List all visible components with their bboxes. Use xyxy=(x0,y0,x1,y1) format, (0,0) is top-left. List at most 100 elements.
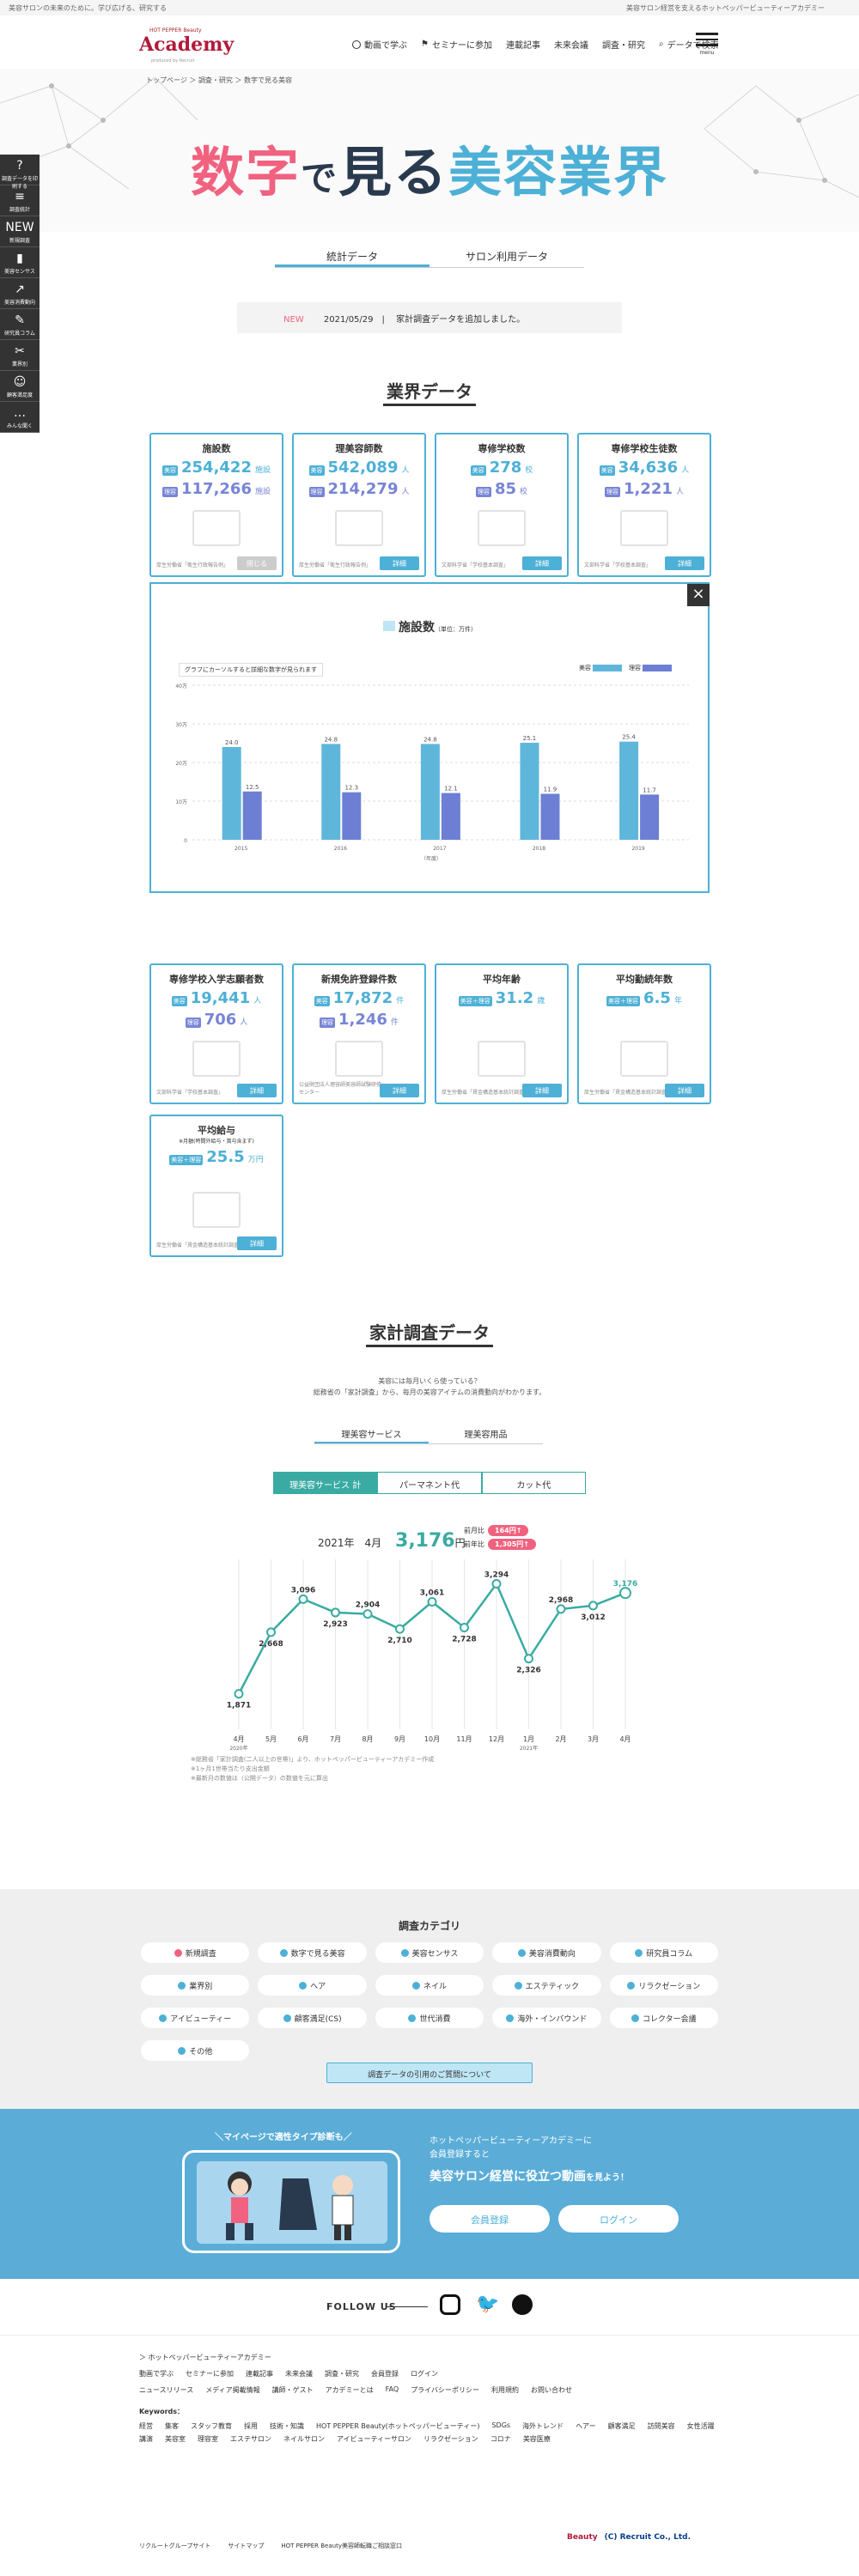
footer-link[interactable]: プライバシーポリシー xyxy=(411,2385,479,2395)
footer-link[interactable]: 講演 xyxy=(139,2434,153,2444)
category-button[interactable]: その他 xyxy=(141,2040,250,2061)
card-detail-button[interactable]: 詳細 xyxy=(665,556,704,570)
category-button[interactable]: ヘア xyxy=(258,1975,367,1996)
news-bar[interactable]: NEW 2021/05/29 | 家計調査データを追加しました。 xyxy=(237,302,622,333)
footer-link[interactable]: 理容室 xyxy=(198,2434,218,2444)
side-item[interactable]: ▮ 美容センサス xyxy=(0,247,40,278)
footer-link[interactable]: 利用規約 xyxy=(491,2385,519,2395)
bottom-link[interactable]: HOT PEPPER Beauty美容師転職ご相談窓口 xyxy=(281,2542,402,2550)
category-button[interactable]: 世代消費 xyxy=(375,2008,484,2028)
footer-link[interactable]: スタッフ教育 xyxy=(191,2421,232,2431)
footer-link[interactable]: 技術・知識 xyxy=(270,2421,304,2431)
card-detail-button[interactable]: 詳細 xyxy=(665,1084,704,1097)
card-detail-button[interactable]: 詳細 xyxy=(237,1084,277,1097)
footer-link[interactable]: 女性活躍 xyxy=(687,2421,715,2431)
question-button[interactable]: 調査データの引用のご質問について xyxy=(326,2063,533,2083)
tab-service[interactable]: 理美容サービス xyxy=(314,1422,429,1443)
category-button[interactable]: リラクゼーション xyxy=(609,1975,718,1996)
instagram-icon[interactable] xyxy=(440,2294,460,2315)
side-item[interactable]: ✎ 研究員コラム xyxy=(0,309,40,340)
card-detail-button[interactable]: 詳細 xyxy=(522,556,562,570)
category-button[interactable]: アイビューティー xyxy=(141,2008,250,2028)
footer-link[interactable]: アイビューティーサロン xyxy=(337,2434,411,2444)
nav-item-future[interactable]: 未来会議 xyxy=(554,38,588,51)
card-detail-button[interactable]: 閉じる xyxy=(237,556,277,570)
footer-link[interactable]: 採用 xyxy=(244,2421,258,2431)
footer-link[interactable]: セミナーに参加 xyxy=(186,2369,234,2379)
subtab-perm[interactable]: パーマネント代 xyxy=(377,1472,482,1494)
academy-logo[interactable]: HOT PEPPER Beauty Academy produced by Re… xyxy=(139,27,234,69)
nav-item-movie[interactable]: 動画で学ぶ xyxy=(352,38,407,51)
category-button[interactable]: 研究員コラム xyxy=(609,1942,718,1963)
category-button[interactable]: ネイル xyxy=(375,1975,484,1996)
card-tag: 理容 xyxy=(308,487,325,497)
tab-statistics[interactable]: 統計データ xyxy=(275,242,430,267)
footer-link[interactable]: 動画で学ぶ xyxy=(139,2369,174,2379)
bottom-link[interactable]: サイトマップ xyxy=(228,2542,264,2550)
footer-link[interactable]: アカデミーとは xyxy=(326,2385,374,2395)
login-button[interactable]: ログイン xyxy=(558,2205,679,2233)
card-detail-button[interactable]: 詳細 xyxy=(522,1084,562,1097)
bottom-link[interactable]: リクルートグループサイト xyxy=(139,2542,210,2550)
breadcrumb-home[interactable]: トップページ xyxy=(146,76,187,84)
breadcrumb-research[interactable]: 調査・研究 xyxy=(198,76,233,84)
side-item[interactable]: ✂ 業界別 xyxy=(0,340,40,371)
menu-button[interactable]: menu xyxy=(694,29,720,58)
footer-link[interactable]: 連載記事 xyxy=(246,2369,273,2379)
footer-link[interactable]: 会員登録 xyxy=(371,2369,399,2379)
category-button[interactable]: 海外・インバウンド xyxy=(492,2008,601,2028)
footer-link[interactable]: リラクゼーション xyxy=(423,2434,478,2444)
side-item[interactable]: ≡ 調査統計 xyxy=(0,185,40,216)
footer-link[interactable]: ログイン xyxy=(411,2369,438,2379)
category-button[interactable]: 美容センサス xyxy=(375,1942,484,1963)
footer-site-name[interactable]: ＞ ホットペッパービューティーアカデミー xyxy=(139,2353,723,2362)
category-button[interactable]: 業界別 xyxy=(141,1975,250,1996)
card-detail-button[interactable]: 詳細 xyxy=(237,1236,277,1250)
footer-link[interactable]: 集客 xyxy=(165,2421,179,2431)
footer-link[interactable]: 訪問美容 xyxy=(648,2421,675,2431)
side-item[interactable]: … みんな聞く xyxy=(0,402,40,433)
nav-item-seminar[interactable]: ⚑ セミナーに参加 xyxy=(421,38,492,51)
household-line-chart[interactable]: 4月 5月 6月 7月 8月 9月 10月 11月 12月 1月 2月 3月 4月 2020年 2021年 1… xyxy=(146,1551,661,1757)
footer-link[interactable]: 美容室 xyxy=(165,2434,186,2444)
side-item[interactable]: ? 調査データを印刷する xyxy=(0,155,40,190)
card-detail-button[interactable]: 詳細 xyxy=(380,556,419,570)
twitter-icon[interactable]: 🐦 xyxy=(476,2294,499,2315)
category-button[interactable]: エステティック xyxy=(492,1975,601,1996)
footer-link[interactable]: 経営 xyxy=(139,2421,153,2431)
facility-bar-chart[interactable]: 40万 30万 20万 10万 0 美容 理容 24.0 12.5 2015 24.8 12.3 201… xyxy=(151,584,711,895)
footer-link[interactable]: 海外トレンド xyxy=(522,2421,564,2431)
category-button[interactable]: 新規調査 xyxy=(141,1942,250,1963)
side-item[interactable]: NEW 新規調査 xyxy=(0,216,40,247)
footer-link[interactable]: SDGs xyxy=(491,2421,510,2431)
footer-link[interactable]: 美容医療 xyxy=(523,2434,551,2444)
nav-item-research[interactable]: 調査・研究 xyxy=(602,38,645,51)
category-button[interactable]: 数字で見る美容 xyxy=(258,1942,367,1963)
footer-link[interactable]: お問い合わせ xyxy=(531,2385,572,2395)
tab-salon-data[interactable]: サロン利用データ xyxy=(430,242,584,267)
footer-link[interactable]: ヘアー xyxy=(576,2421,596,2431)
category-button[interactable]: コレクター会議 xyxy=(609,2008,718,2028)
close-button[interactable]: × xyxy=(687,584,710,606)
nav-item-series[interactable]: 連載記事 xyxy=(506,38,540,51)
footer-link[interactable]: ネイルサロン xyxy=(283,2434,325,2444)
tab-goods[interactable]: 理美容用品 xyxy=(429,1422,543,1443)
category-button[interactable]: 顧客満足(CS) xyxy=(258,2008,367,2028)
footer-link[interactable]: メディア掲載情報 xyxy=(205,2385,259,2395)
footer-link[interactable]: エステサロン xyxy=(230,2434,271,2444)
category-button[interactable]: 美容消費動向 xyxy=(492,1942,601,1963)
footer-link[interactable]: 講師・ゲスト xyxy=(272,2385,314,2395)
footer-link[interactable]: 調査・研究 xyxy=(325,2369,359,2379)
side-item[interactable]: ↗ 美容消費動向 xyxy=(0,278,40,309)
card-detail-button[interactable]: 詳細 xyxy=(380,1084,419,1097)
register-button[interactable]: 会員登録 xyxy=(430,2205,550,2233)
footer-link[interactable]: 未来会議 xyxy=(285,2369,313,2379)
subtab-total[interactable]: 理美容サービス 計 xyxy=(273,1472,378,1494)
footer-link[interactable]: HOT PEPPER Beauty(ホットペッパービューティー) xyxy=(316,2421,479,2431)
footer-link[interactable]: ニュースリリース xyxy=(139,2385,193,2395)
subtab-cut[interactable]: カット代 xyxy=(481,1472,586,1494)
footer-link[interactable]: 顧客満足 xyxy=(608,2421,636,2431)
facebook-icon[interactable] xyxy=(512,2294,533,2315)
footer-link[interactable]: コロナ xyxy=(490,2434,511,2444)
footer-link[interactable]: FAQ xyxy=(386,2385,399,2395)
